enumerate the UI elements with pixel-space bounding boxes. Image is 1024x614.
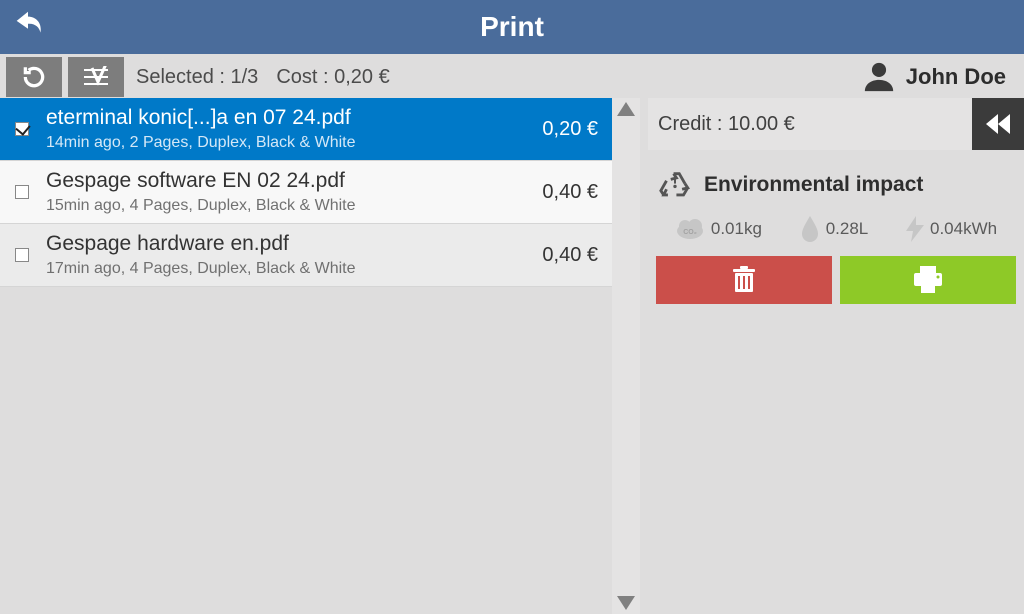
delete-button[interactable]: [656, 256, 832, 304]
env-impact-values: CO₂ 0.01kg 0.28L 0.04kWh: [648, 212, 1024, 256]
impact-co2-value: 0.01kg: [711, 219, 762, 239]
checklist-icon: [82, 66, 110, 88]
refresh-icon: [21, 64, 47, 90]
user-name: John Doe: [906, 64, 1006, 90]
job-list: eterminal konic[...]a en 07 24.pdf 14min…: [0, 98, 612, 287]
job-cost: 0,40 €: [502, 244, 598, 267]
printer-icon: [912, 266, 944, 294]
user-area: John Doe: [862, 60, 1018, 94]
job-checkbox[interactable]: [15, 248, 29, 262]
print-button[interactable]: [840, 256, 1016, 304]
impact-water-value: 0.28L: [826, 219, 869, 239]
water-drop-icon: [800, 216, 820, 242]
job-meta: 17min ago, 4 Pages, Duplex, Black & Whit…: [46, 260, 502, 278]
env-impact-title: Environmental impact: [704, 173, 923, 197]
job-cost: 0,20 €: [502, 118, 598, 141]
job-cost: 0,40 €: [502, 181, 598, 204]
user-icon: [862, 60, 896, 94]
job-row[interactable]: Gespage software EN 02 24.pdf 15min ago,…: [0, 161, 612, 224]
svg-text:CO₂: CO₂: [683, 229, 697, 236]
back-arrow-icon: [11, 11, 45, 45]
recycle-icon: [658, 168, 692, 202]
credit-row: Credit : 10.00 €: [648, 98, 1024, 150]
impact-energy-value: 0.04kWh: [930, 219, 997, 239]
header-bar: Print: [0, 0, 1024, 54]
collapse-panel-button[interactable]: [972, 98, 1024, 150]
toolbar: Selected : 1/3 Cost : 0,20 € John Doe: [0, 54, 1024, 98]
trash-icon: [731, 266, 757, 294]
page-title: Print: [480, 11, 544, 43]
job-filename: Gespage software EN 02 24.pdf: [46, 169, 502, 193]
refresh-button[interactable]: [6, 57, 62, 97]
select-all-button[interactable]: [68, 57, 124, 97]
impact-energy: 0.04kWh: [906, 216, 997, 242]
selected-count-label: Selected : 1/3: [136, 66, 258, 89]
job-checkbox[interactable]: [15, 185, 29, 199]
impact-water: 0.28L: [800, 216, 869, 242]
job-checkbox[interactable]: [15, 122, 29, 136]
list-scrollbar[interactable]: [612, 98, 640, 614]
scroll-down-icon[interactable]: [617, 596, 635, 610]
rewind-icon: [986, 114, 1010, 134]
scroll-up-icon[interactable]: [617, 102, 635, 116]
back-button[interactable]: [6, 6, 50, 50]
job-row[interactable]: Gespage hardware en.pdf 17min ago, 4 Pag…: [0, 224, 612, 287]
job-meta: 14min ago, 2 Pages, Duplex, Black & Whit…: [46, 134, 502, 152]
job-row[interactable]: eterminal konic[...]a en 07 24.pdf 14min…: [0, 98, 612, 161]
cloud-co2-icon: CO₂: [675, 218, 705, 240]
job-meta: 15min ago, 4 Pages, Duplex, Black & Whit…: [46, 197, 502, 215]
impact-co2: CO₂ 0.01kg: [675, 218, 762, 240]
cost-label: Cost : 0,20 €: [276, 66, 389, 89]
job-filename: eterminal konic[...]a en 07 24.pdf: [46, 106, 502, 130]
lightning-icon: [906, 216, 924, 242]
job-filename: Gespage hardware en.pdf: [46, 232, 502, 256]
credit-label: Credit : 10.00 €: [658, 113, 795, 136]
env-impact-header: Environmental impact: [648, 150, 1024, 212]
